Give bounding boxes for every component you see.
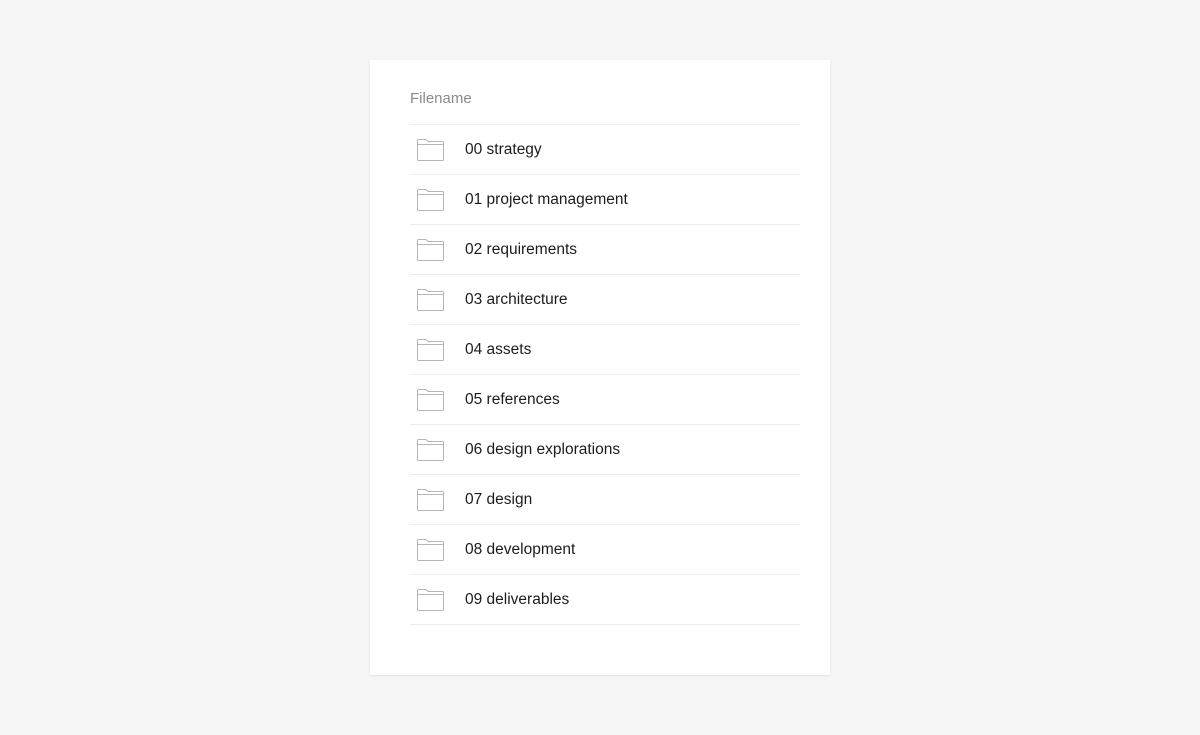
folder-name: 06 design explorations — [465, 440, 621, 458]
folder-row[interactable]: 03 architecture — [410, 275, 800, 325]
folder-icon — [417, 388, 444, 411]
file-list-card: Filename 00 strategy 01 project manageme… — [370, 60, 830, 675]
folder-icon — [417, 238, 444, 261]
folder-name: 07 design — [465, 490, 533, 508]
folder-name: 02 requirements — [465, 240, 578, 258]
folder-name: 00 strategy — [465, 140, 542, 158]
folder-row[interactable]: 09 deliverables — [410, 575, 800, 625]
folder-row[interactable]: 00 strategy — [410, 125, 800, 175]
folder-row[interactable]: 04 assets — [410, 325, 800, 375]
folder-icon — [417, 188, 444, 211]
folder-icon — [417, 338, 444, 361]
folder-name: 03 architecture — [465, 290, 568, 308]
folder-icon — [417, 488, 444, 511]
folder-name: 05 references — [465, 390, 560, 408]
folder-row[interactable]: 06 design explorations — [410, 425, 800, 475]
folder-name: 09 deliverables — [465, 590, 570, 608]
folder-icon — [417, 288, 444, 311]
folder-row[interactable]: 05 references — [410, 375, 800, 425]
folder-row[interactable]: 08 development — [410, 525, 800, 575]
folder-icon — [417, 438, 444, 461]
file-list: 00 strategy 01 project management 02 req… — [410, 125, 800, 625]
folder-icon — [417, 138, 444, 161]
filename-column-header[interactable]: Filename — [410, 60, 800, 125]
folder-name: 01 project management — [465, 190, 628, 208]
folder-row[interactable]: 02 requirements — [410, 225, 800, 275]
folder-icon — [417, 538, 444, 561]
folder-row[interactable]: 01 project management — [410, 175, 800, 225]
folder-name: 08 development — [465, 540, 576, 558]
folder-name: 04 assets — [465, 340, 532, 358]
folder-icon — [417, 588, 444, 611]
folder-row[interactable]: 07 design — [410, 475, 800, 525]
